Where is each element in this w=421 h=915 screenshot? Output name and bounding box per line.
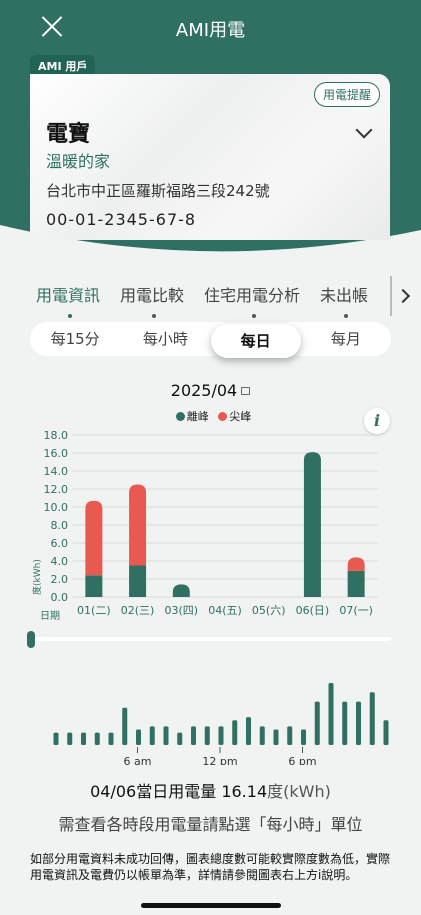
hourly-bar bbox=[259, 726, 265, 745]
usage-reminder-button[interactable]: 用電提醒 bbox=[313, 82, 380, 107]
chevron-down-icon[interactable] bbox=[355, 121, 373, 139]
bar-peak bbox=[347, 557, 365, 571]
account-number: 00-01-2345-67-8 bbox=[46, 210, 197, 229]
y-tick-label: 0.0 bbox=[51, 591, 69, 604]
hourly-tick-label: 6 am bbox=[124, 755, 152, 765]
disclaimer-note: 如部分用電資料未成功回傳，圖表總度數可能較實際度數為低，實際用電資訊及電費仍以帳… bbox=[30, 852, 391, 882]
hourly-tick-label: 6 pm bbox=[288, 755, 316, 765]
hourly-bar bbox=[218, 726, 224, 745]
tab-bar: 用電資訊 用電比較 住宅用電分析 未出帳 bbox=[36, 282, 396, 318]
y-tick-label: 10.0 bbox=[44, 501, 69, 514]
legend-peak-label: 尖峰 bbox=[229, 410, 252, 423]
y-tick-label: 16.0 bbox=[44, 447, 69, 460]
hourly-bar bbox=[328, 683, 334, 745]
y-tick-label: 12.0 bbox=[44, 483, 69, 496]
account-name: 電寶 bbox=[46, 122, 91, 147]
hourly-bar bbox=[369, 692, 375, 745]
bar-offpeak bbox=[172, 584, 190, 597]
tab-divider bbox=[390, 276, 392, 316]
period-monthly[interactable]: 每月 bbox=[301, 322, 391, 356]
chart-scroll-track[interactable] bbox=[30, 637, 391, 641]
summary-unit: (kWh) bbox=[283, 782, 331, 801]
home-indicator bbox=[141, 903, 281, 908]
month-label: 2025/04 bbox=[170, 381, 238, 400]
legend-offpeak-label: 離峰 bbox=[186, 410, 209, 423]
tab-unbilled[interactable]: 未出帳 bbox=[320, 282, 368, 318]
account-nickname: 溫暖的家 bbox=[46, 152, 111, 171]
hourly-bar bbox=[232, 720, 238, 745]
hourly-bar bbox=[177, 732, 183, 745]
calendar-icon bbox=[241, 386, 251, 395]
bar-peak bbox=[85, 500, 103, 576]
x-tick-label: 05(六) bbox=[252, 604, 286, 617]
hourly-bar bbox=[81, 732, 86, 745]
y-tick-label: 18.0 bbox=[44, 429, 69, 442]
bar-offpeak bbox=[347, 570, 365, 597]
x-tick-label: 01(二) bbox=[77, 604, 111, 617]
summary-text: 04/06當日用電量 16.14 bbox=[90, 782, 268, 801]
tab-usage-info[interactable]: 用電資訊 bbox=[36, 282, 100, 318]
x-tick-label: 07(一) bbox=[339, 604, 373, 617]
period-daily[interactable]: 每日 bbox=[210, 324, 301, 358]
y-tick-label: 6.0 bbox=[51, 537, 69, 550]
hourly-tick-label: 12 pm bbox=[202, 755, 237, 765]
hourly-bar bbox=[67, 732, 73, 745]
account-card[interactable]: 用電提醒 電寶 溫暖的家 台北市中正區羅斯福路三段242號 00-01-2345… bbox=[30, 74, 390, 240]
x-tick-label: 06(日) bbox=[296, 604, 330, 617]
bar-offpeak bbox=[85, 575, 103, 597]
y-tick-label: 4.0 bbox=[51, 555, 69, 568]
chart-legend: 離峰 尖峰 bbox=[0, 408, 421, 424]
hourly-bar bbox=[273, 729, 279, 745]
x-tick-label: 03(四) bbox=[164, 604, 198, 617]
hourly-bar bbox=[94, 732, 100, 745]
hourly-bar bbox=[163, 726, 169, 745]
hourly-overview-chart[interactable]: 6 am 12 pm 6 pm bbox=[0, 675, 421, 765]
y-tick-label: 8.0 bbox=[51, 519, 69, 532]
tab-usage-compare[interactable]: 用電比較 bbox=[120, 282, 184, 318]
summary-unit-cn: 度 bbox=[267, 782, 284, 801]
chart-scroll-handle[interactable] bbox=[27, 631, 35, 648]
hourly-bar bbox=[301, 729, 306, 745]
hourly-bar bbox=[342, 701, 348, 745]
x-axis-label: 日期 bbox=[40, 610, 60, 622]
period-hourly[interactable]: 每小時 bbox=[120, 322, 210, 356]
account-address: 台北市中正區羅斯福路三段242號 bbox=[46, 182, 270, 200]
y-tick-label: 14.0 bbox=[44, 465, 69, 478]
hourly-bar bbox=[136, 729, 141, 745]
hourly-bar bbox=[356, 701, 361, 745]
x-tick-label: 02(三) bbox=[121, 604, 155, 617]
hourly-bar bbox=[53, 732, 59, 745]
hourly-bar bbox=[149, 726, 155, 745]
hourly-bar bbox=[246, 717, 251, 745]
hourly-bar bbox=[383, 720, 389, 745]
daily-summary: 04/06當日用電量 16.14度(kWh) bbox=[0, 778, 421, 802]
bar-offpeak bbox=[303, 452, 321, 597]
hourly-bar bbox=[314, 701, 320, 745]
bar-peak bbox=[129, 484, 147, 566]
hourly-hint: 需查看各時段用電量請點選「每小時」單位 bbox=[58, 815, 363, 834]
x-tick-label: 04(五) bbox=[208, 604, 242, 617]
month-selector[interactable]: 2025/04 bbox=[0, 381, 421, 400]
bar-offpeak bbox=[129, 565, 147, 597]
y-tick-label: 2.0 bbox=[51, 573, 69, 586]
legend-offpeak-swatch bbox=[175, 411, 185, 421]
daily-usage-chart: 0.0 2.0 4.0 6.0 8.0 10.0 12.0 14.0 16.0 18.0 度(kWh… bbox=[31, 429, 378, 622]
period-selector: 每15分 每小時 每日 每月 bbox=[30, 322, 391, 358]
hourly-bar bbox=[287, 726, 293, 745]
hourly-bar bbox=[204, 726, 210, 745]
y-axis-label: 度(kWh) bbox=[31, 559, 43, 595]
hourly-bar bbox=[108, 732, 114, 745]
period-15min[interactable]: 每15分 bbox=[30, 322, 120, 356]
legend-peak-swatch bbox=[218, 411, 228, 421]
hourly-bar bbox=[122, 707, 128, 745]
hourly-bar bbox=[191, 726, 196, 745]
window-title: AMI用電 bbox=[175, 20, 246, 41]
chevron-right-icon[interactable] bbox=[395, 288, 411, 304]
tab-residential-analysis[interactable]: 住宅用電分析 bbox=[204, 282, 300, 318]
